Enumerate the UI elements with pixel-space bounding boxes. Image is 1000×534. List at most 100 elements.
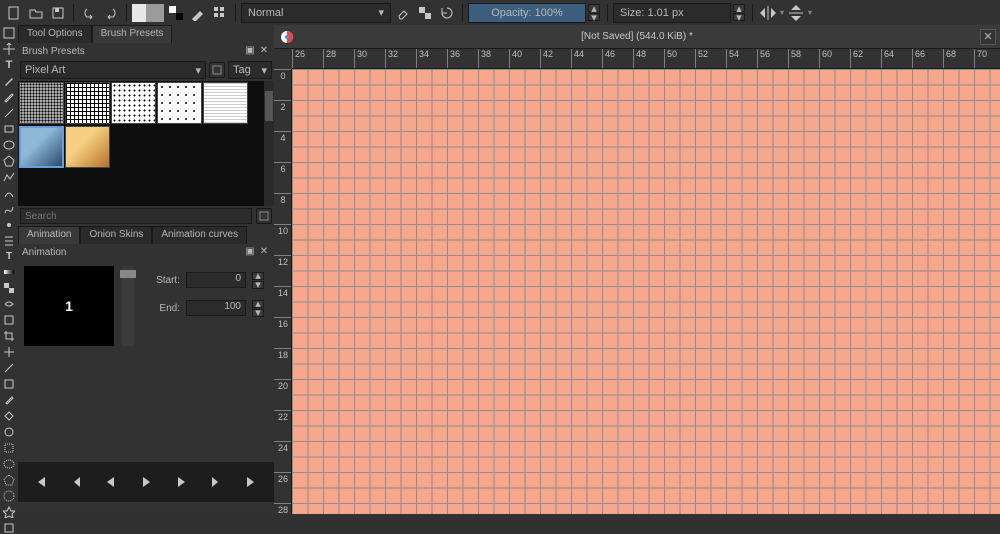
text-tool[interactable]: T [1, 59, 17, 71]
mirror-h-button[interactable] [758, 3, 778, 23]
select-similar-tool[interactable] [1, 522, 17, 534]
document-title: [Not Saved] (544.0 KiB) * [581, 31, 693, 42]
brush-tool[interactable] [1, 75, 17, 87]
close-doc-button[interactable]: ✕ [980, 29, 996, 45]
lock-icon[interactable]: ▣ [244, 45, 256, 57]
redo-button[interactable] [101, 3, 121, 23]
select-contig-tool[interactable] [1, 506, 17, 518]
size-slider[interactable]: Size: 1.01 px [613, 3, 731, 23]
gradient-tool[interactable] [1, 266, 17, 278]
fill-tool[interactable] [1, 410, 17, 422]
select-path-tool[interactable] [1, 490, 17, 502]
line-tool[interactable] [1, 107, 17, 119]
assistant-tool[interactable] [1, 426, 17, 438]
end-spinner[interactable]: ▴▾ [252, 298, 266, 318]
deform-tool[interactable] [1, 298, 17, 310]
bg-color-swatch[interactable] [146, 4, 164, 22]
close-icon[interactable]: ✕ [258, 45, 270, 57]
polyline-tool[interactable] [1, 171, 17, 183]
play-button[interactable] [131, 467, 161, 497]
preset-thumb[interactable] [203, 82, 248, 124]
size-spinner[interactable]: ▴▾ [733, 3, 747, 23]
ref-tool[interactable] [1, 378, 17, 390]
start-input[interactable]: 0 [186, 272, 246, 288]
ellipse-tool[interactable] [1, 139, 17, 151]
animation-header: Animation ▣✕ [18, 244, 274, 260]
freehand-path-tool[interactable] [1, 203, 17, 215]
preset-scrollbar[interactable] [264, 81, 274, 206]
view-mode-button[interactable] [209, 62, 225, 78]
animation-title: Animation [22, 247, 66, 258]
next-frame-button[interactable] [166, 467, 196, 497]
frame-slider[interactable] [122, 266, 134, 346]
tab-onion-skins[interactable]: Onion Skins [80, 226, 152, 244]
rect-tool[interactable] [1, 123, 17, 135]
opacity-slider[interactable]: Opacity: 100% [468, 3, 586, 23]
polygon-tool[interactable] [1, 155, 17, 167]
eraser-toggle[interactable] [393, 3, 413, 23]
open-doc-button[interactable] [26, 3, 46, 23]
tab-tool-options[interactable]: Tool Options [18, 25, 92, 43]
prev-keyframe-button[interactable] [60, 467, 90, 497]
opacity-value: Opacity: 100% [491, 7, 563, 19]
vertical-ruler[interactable]: 0246810121416182022242628 [274, 69, 292, 514]
tag-dropdown[interactable]: Tag▾ [228, 61, 272, 79]
alpha-lock-toggle[interactable] [415, 3, 435, 23]
search-input[interactable] [20, 208, 252, 224]
dyna-tool[interactable] [1, 219, 17, 231]
horizontal-ruler[interactable]: 2628303234363840424446485052545658606264… [292, 49, 1000, 69]
docker-tabs: Tool Options Brush Presets [18, 25, 274, 43]
crop-tool[interactable] [1, 330, 17, 342]
blend-mode-dropdown[interactable]: Normal ▾ [241, 3, 391, 23]
save-preset-button[interactable] [256, 208, 272, 224]
assist-tool[interactable] [1, 346, 17, 358]
preset-thumb[interactable] [19, 126, 64, 168]
current-frame-display: 1 [24, 266, 114, 346]
lock-icon[interactable]: ▣ [244, 246, 256, 258]
end-label: End: [142, 303, 180, 314]
start-label: Start: [142, 275, 180, 286]
left-panel: Tool Options Brush Presets Brush Presets… [18, 25, 274, 514]
undo-button[interactable] [79, 3, 99, 23]
select-rect-tool[interactable] [1, 442, 17, 454]
toolbox: T T [0, 25, 18, 514]
mirror-v-button[interactable] [786, 3, 806, 23]
picker-tool[interactable] [1, 394, 17, 406]
smart-fill-tool[interactable] [1, 314, 17, 326]
prev-frame-button[interactable] [96, 467, 126, 497]
first-frame-button[interactable] [25, 467, 55, 497]
preset-thumb[interactable] [65, 126, 110, 168]
tab-animation[interactable]: Animation [18, 226, 80, 244]
pattern-tool[interactable] [1, 282, 17, 294]
move-tool[interactable] [1, 43, 17, 55]
color-swatches[interactable] [132, 4, 164, 22]
tab-animation-curves[interactable]: Animation curves [152, 226, 247, 244]
preset-category-dropdown[interactable]: Pixel Art ▾ [20, 61, 206, 79]
next-keyframe-button[interactable] [202, 467, 232, 497]
reload-preset-button[interactable] [437, 3, 457, 23]
last-frame-button[interactable] [237, 467, 267, 497]
canvas[interactable] [292, 69, 1000, 514]
start-spinner[interactable]: ▴▾ [252, 270, 266, 290]
brush-preset-button[interactable] [210, 3, 230, 23]
measure-tool[interactable] [1, 362, 17, 374]
multi-tool[interactable] [1, 235, 17, 247]
brush-settings-button[interactable] [188, 3, 208, 23]
new-doc-button[interactable] [4, 3, 24, 23]
close-icon[interactable]: ✕ [258, 246, 270, 258]
end-input[interactable]: 100 [186, 300, 246, 316]
select-poly-tool[interactable] [1, 474, 17, 486]
preset-thumb[interactable] [65, 82, 110, 124]
edit-shape-tool[interactable]: T [1, 251, 17, 262]
save-doc-button[interactable] [48, 3, 68, 23]
opacity-spinner[interactable]: ▴▾ [588, 3, 602, 23]
preset-thumb[interactable] [157, 82, 202, 124]
bezier-tool[interactable] [1, 187, 17, 199]
swap-colors-button[interactable] [166, 3, 186, 23]
preset-thumb[interactable] [19, 82, 64, 124]
tab-brush-presets[interactable]: Brush Presets [92, 25, 173, 43]
select-free-tool[interactable] [1, 458, 17, 470]
preset-thumb[interactable] [111, 82, 156, 124]
transform-tool[interactable] [1, 27, 17, 39]
pencil-tool[interactable] [1, 91, 17, 103]
